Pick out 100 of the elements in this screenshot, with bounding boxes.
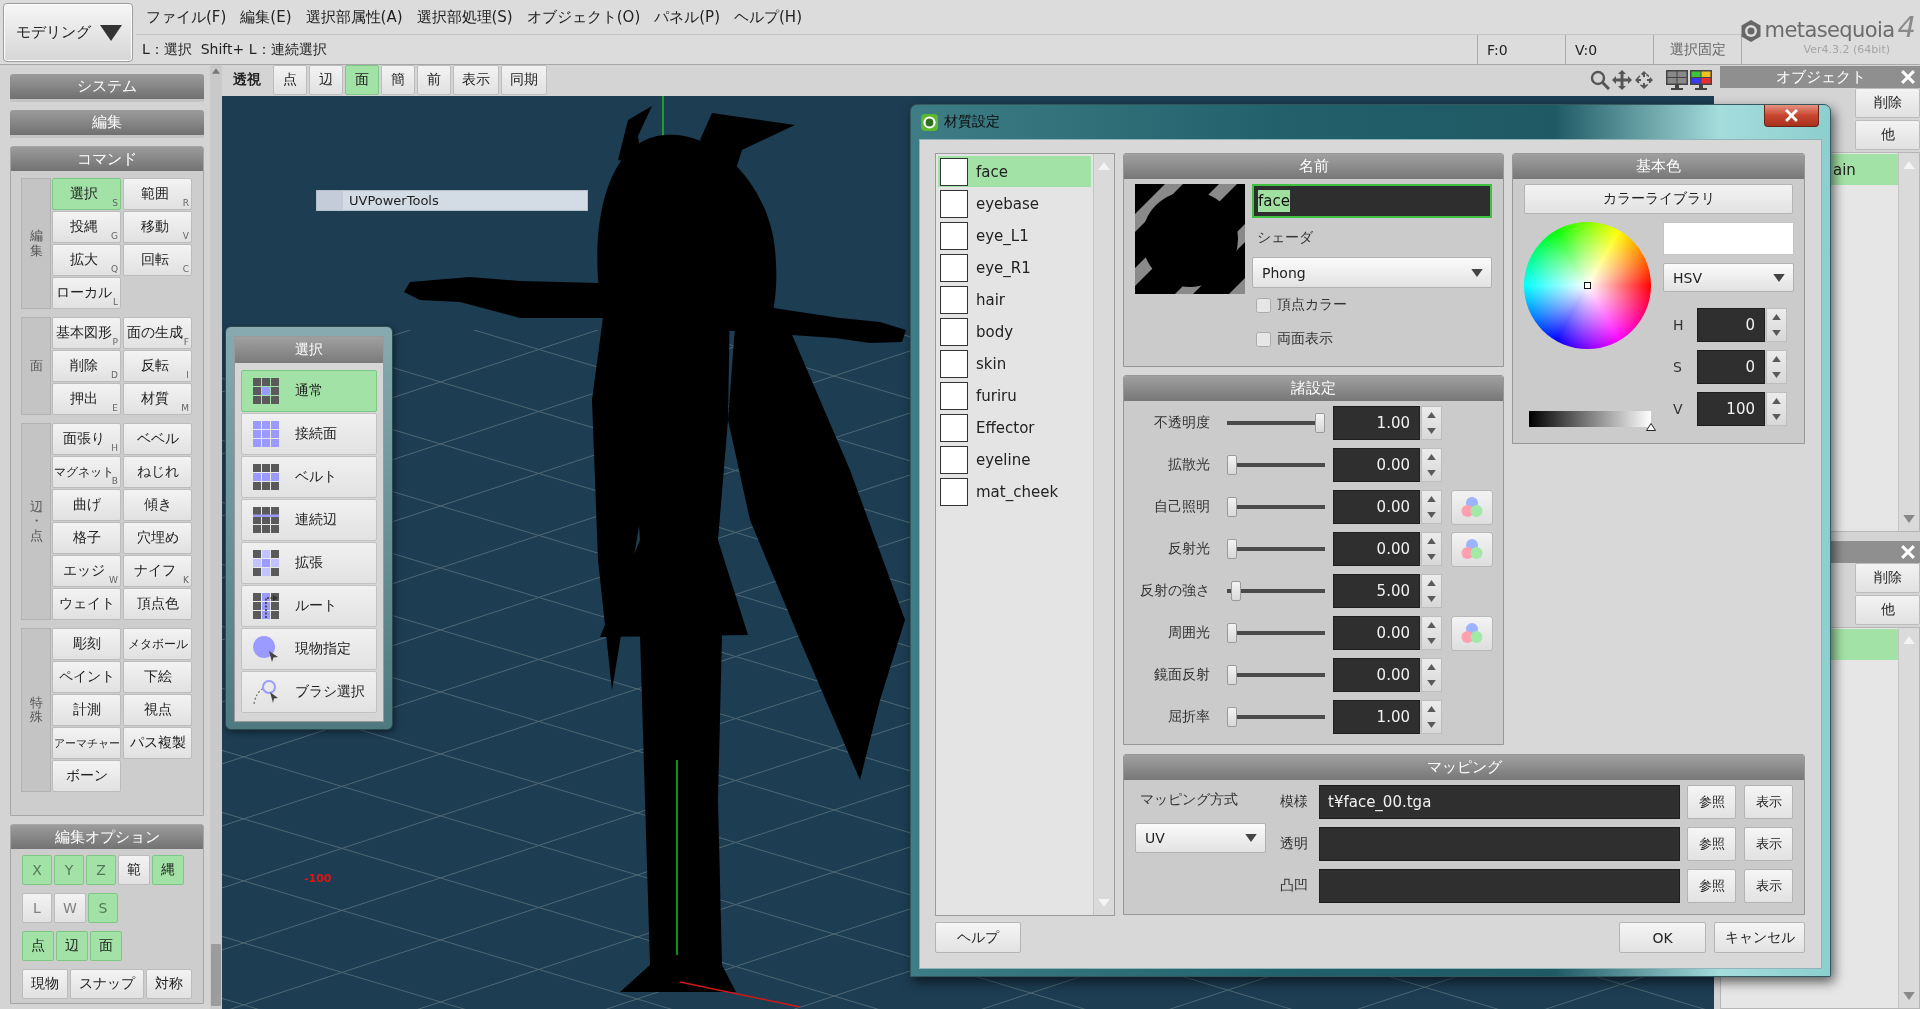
- command-button[interactable]: ねじれ: [123, 456, 192, 488]
- material-row[interactable]: face: [938, 156, 1091, 187]
- material-row[interactable]: skin: [938, 348, 1091, 379]
- command-button[interactable]: アーマチャー: [52, 727, 121, 759]
- material-row[interactable]: eyebase: [938, 188, 1091, 219]
- command-button[interactable]: メタボール: [123, 628, 192, 660]
- number-field[interactable]: 5.00: [1333, 574, 1420, 608]
- command-button[interactable]: 穴埋め: [123, 522, 192, 554]
- command-button[interactable]: 面の生成 F: [123, 317, 192, 349]
- select-mode-button[interactable]: 接続面: [241, 413, 377, 455]
- number-field[interactable]: 100: [1697, 391, 1765, 426]
- command-button[interactable]: 削除 D: [52, 350, 121, 382]
- command-button[interactable]: ナイフ K: [123, 555, 192, 587]
- checkbox[interactable]: [1256, 297, 1271, 313]
- number-field[interactable]: 0.00: [1333, 658, 1420, 692]
- command-button[interactable]: 移動 V: [123, 211, 192, 243]
- command-button[interactable]: 計測: [52, 694, 121, 726]
- menu-item[interactable]: 編集(E): [233, 7, 299, 27]
- command-button[interactable]: 彫刻: [52, 628, 121, 660]
- close-button[interactable]: [1764, 105, 1819, 127]
- select-mode-button[interactable]: 通常: [241, 370, 377, 412]
- option-toggle[interactable]: 面: [90, 931, 122, 961]
- view-toggle[interactable]: 簡: [381, 65, 415, 95]
- spinner[interactable]: [1766, 349, 1787, 384]
- value-marker-icon[interactable]: [1646, 423, 1656, 431]
- scrollbar[interactable]: [210, 65, 222, 1009]
- material-row[interactable]: hair: [938, 284, 1091, 315]
- material-row[interactable]: mat_cheek: [938, 476, 1091, 507]
- option-toggle[interactable]: 点: [22, 931, 54, 961]
- command-button[interactable]: 下絵: [123, 661, 192, 693]
- slider-thumb[interactable]: [1227, 707, 1237, 727]
- object-button[interactable]: 削除: [1855, 563, 1920, 593]
- view-toggle[interactable]: 同期: [501, 65, 547, 95]
- number-field[interactable]: 1.00: [1333, 700, 1420, 734]
- material-row[interactable]: eye_R1: [938, 252, 1091, 283]
- dialog-button[interactable]: OK: [1619, 922, 1706, 953]
- color-library-button[interactable]: カラーライブラリ: [1524, 184, 1793, 214]
- select-mode-button[interactable]: 連続辺: [241, 499, 377, 541]
- command-button[interactable]: 格子: [52, 522, 121, 554]
- select-mode-button[interactable]: 現物指定: [241, 628, 377, 670]
- command-button[interactable]: ボーン: [52, 760, 121, 792]
- color-model-dropdown[interactable]: HSV: [1663, 263, 1794, 292]
- command-button[interactable]: 面張り H: [52, 423, 121, 455]
- browse-button[interactable]: 参照: [1687, 869, 1736, 903]
- number-field[interactable]: 0.00: [1333, 616, 1420, 650]
- shader-dropdown[interactable]: Phong: [1252, 257, 1492, 288]
- view-toggle[interactable]: 辺: [309, 65, 343, 95]
- plugin-menu-item[interactable]: UVPowerTools: [316, 190, 588, 211]
- menu-item[interactable]: 選択部属性(A): [298, 7, 410, 27]
- command-button[interactable]: 回転 C: [123, 244, 192, 276]
- mapping-dropdown[interactable]: UV: [1135, 823, 1266, 853]
- show-button[interactable]: 表示: [1744, 869, 1793, 903]
- number-field[interactable]: 0.00: [1333, 448, 1420, 482]
- name-field[interactable]: face: [1252, 184, 1492, 218]
- file-path-field[interactable]: [1319, 827, 1680, 861]
- number-field[interactable]: 0.00: [1333, 532, 1420, 566]
- material-row[interactable]: eye_L1: [938, 220, 1091, 251]
- scrollbar[interactable]: [1093, 154, 1114, 915]
- menu-item[interactable]: パネル(P): [647, 7, 727, 27]
- command-button[interactable]: 選択 S: [52, 178, 121, 210]
- select-mode-button[interactable]: ブラシ選択: [241, 671, 377, 713]
- monitor-color-grid-icon[interactable]: [1690, 70, 1712, 90]
- number-field[interactable]: 0.00: [1333, 490, 1420, 524]
- object-button[interactable]: 他: [1855, 120, 1920, 150]
- object-button[interactable]: 他: [1855, 595, 1920, 625]
- browse-button[interactable]: 参照: [1687, 785, 1736, 819]
- slider-thumb[interactable]: [1227, 455, 1237, 475]
- option-toggle[interactable]: 縄: [152, 855, 184, 885]
- rotate-arrows-icon[interactable]: [1634, 70, 1654, 90]
- select-mode-button[interactable]: ルート: [241, 585, 377, 627]
- menu-item[interactable]: 選択部処理(S): [409, 7, 520, 27]
- slider-thumb[interactable]: [1231, 581, 1242, 601]
- command-button[interactable]: 基本図形 P: [52, 317, 121, 349]
- section-header[interactable]: システム: [10, 74, 204, 102]
- file-path-field[interactable]: [1319, 869, 1680, 903]
- scroll-thumb[interactable]: [211, 944, 221, 1006]
- slider-thumb[interactable]: [1227, 623, 1237, 643]
- browse-button[interactable]: 参照: [1687, 827, 1736, 861]
- color-picker-button[interactable]: [1451, 489, 1493, 525]
- menu-item[interactable]: オブジェクト(O): [519, 7, 648, 27]
- command-button[interactable]: ベベル: [123, 423, 192, 455]
- section-header[interactable]: 編集: [10, 110, 204, 138]
- slider-thumb[interactable]: [1227, 665, 1237, 685]
- command-button[interactable]: ウェイト: [52, 588, 121, 620]
- option-toggle[interactable]: 辺: [56, 931, 88, 961]
- mode-dropdown[interactable]: モデリング: [3, 3, 133, 62]
- spinner[interactable]: [1421, 700, 1442, 734]
- show-button[interactable]: 表示: [1744, 827, 1793, 861]
- material-row[interactable]: Effector: [938, 412, 1091, 443]
- command-button[interactable]: 材質 M: [123, 383, 192, 415]
- search-icon[interactable]: [1590, 70, 1610, 90]
- view-toggle[interactable]: 表示: [453, 65, 499, 95]
- help-button[interactable]: ヘルプ: [935, 922, 1021, 953]
- view-toggle[interactable]: 点: [273, 65, 307, 95]
- spinner[interactable]: [1421, 532, 1442, 566]
- spinner[interactable]: [1421, 574, 1442, 608]
- dialog-button[interactable]: キャンセル: [1714, 922, 1805, 953]
- spinner[interactable]: [1421, 658, 1442, 692]
- slider-thumb[interactable]: [1227, 497, 1237, 517]
- slider-thumb[interactable]: [1227, 539, 1237, 559]
